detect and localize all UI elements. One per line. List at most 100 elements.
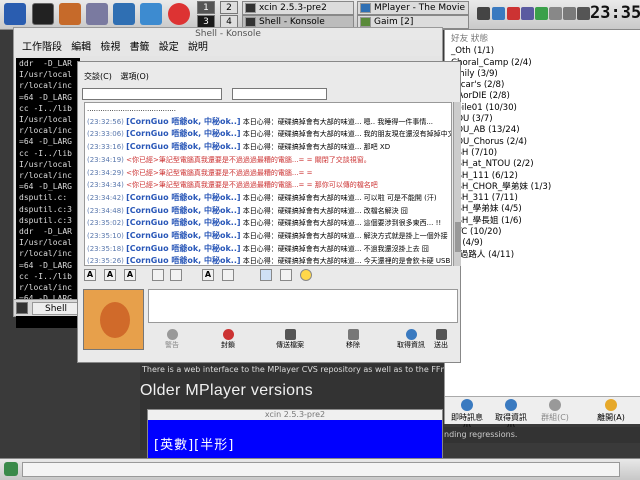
new-tab-icon[interactable] xyxy=(16,302,28,314)
chat-message: (23:34:42) [CornGuo 唔爺ok, 中秘ok..] 本日心得：硬… xyxy=(87,192,451,205)
buddy-group[interactable]: 友 (4/9) xyxy=(451,238,640,249)
chat-log[interactable]: ........................................… xyxy=(84,102,452,266)
send-button[interactable]: 送出 xyxy=(424,329,458,350)
message-text: ........................................ xyxy=(87,105,177,113)
away-button[interactable]: 離開(A) xyxy=(591,399,631,423)
warn-icon xyxy=(166,329,178,340)
tools-icon[interactable] xyxy=(86,3,108,25)
pager-desktop-1[interactable]: 1 xyxy=(197,1,215,14)
font-size-button[interactable] xyxy=(152,269,164,281)
cvs-info-text: There is a web interface to the MPlayer … xyxy=(142,365,444,374)
xcin-status[interactable]: [英數][半形] xyxy=(154,434,234,453)
menu-bookmarks[interactable]: 書籤 xyxy=(130,42,150,53)
task-label: Shell - Konsole xyxy=(259,17,325,27)
browser-task-icon xyxy=(360,3,371,13)
task-xcin[interactable]: xcin 2.5.3-pre2 xyxy=(242,1,354,15)
gaim-chat-window: 交談(C) 選項(O) ............................… xyxy=(77,61,461,363)
font-face-button[interactable] xyxy=(170,269,182,281)
buddy-group[interactable]: 跑過路人 (4/11) xyxy=(451,250,640,261)
buddy-actions: 即時訊息(I) 取得資訊(I) 群組(C) 離開(A) xyxy=(445,396,640,432)
buddy-group[interactable]: SSH_111 (6/12) xyxy=(451,171,640,182)
buddy-group[interactable]: oscar's (2/8) xyxy=(451,80,640,91)
command-field[interactable] xyxy=(22,462,620,477)
format-underline-button[interactable]: A xyxy=(124,269,136,281)
message-compose[interactable] xyxy=(148,289,458,323)
remove-icon xyxy=(347,329,359,340)
buddy-group[interactable]: SSH_311 (7/11) xyxy=(451,193,640,204)
message-sender: [CornGuo 唔爺ok, 中秘ok..] xyxy=(126,256,241,266)
block-button[interactable]: 封鎖 xyxy=(204,329,252,350)
buddy-group[interactable]: _Oth (1/1) xyxy=(451,46,640,57)
buddy-group[interactable]: SSH (7/10) xyxy=(451,148,640,159)
text-color-button[interactable]: A xyxy=(202,269,214,281)
clock[interactable]: 23:35 xyxy=(590,3,640,23)
menu-view[interactable]: 檢視 xyxy=(100,42,120,53)
menu-options[interactable]: 選項(O) xyxy=(120,72,149,81)
pager-desktop-2[interactable]: 2 xyxy=(220,1,238,14)
warn-button[interactable]: 警告 xyxy=(148,329,196,350)
tray-icon-8[interactable] xyxy=(577,7,590,20)
message-sender: [CornGuo 唔爺ok, 中秘ok..] xyxy=(126,231,241,241)
settings-icon[interactable] xyxy=(140,3,162,25)
message-text: 本日心得：硬碟搞掉會有大部的味道... 改檔名解決 囧 xyxy=(242,206,408,215)
terminal-line: r/local/inc xyxy=(19,249,72,259)
buddy-group[interactable]: DAorDIE (2/8) xyxy=(451,91,640,102)
smiley-icon[interactable] xyxy=(300,269,312,281)
xcin-title: xcin 2.5.3-pre2 xyxy=(148,410,442,420)
buddy-group[interactable]: TOU_AB (13/24) xyxy=(451,125,640,136)
kde-icon[interactable] xyxy=(4,462,18,476)
buddy-group[interactable]: SSH_CHOR_學弟妹 (1/3) xyxy=(451,182,640,193)
buddy-group[interactable]: Choral_Camp (2/4) xyxy=(451,58,640,69)
buddy-group[interactable]: amily (3/9) xyxy=(451,69,640,80)
chat-tab-2[interactable] xyxy=(232,88,327,100)
buddy-list-header: 好友 狀態 xyxy=(451,34,489,44)
help-icon[interactable] xyxy=(168,3,190,25)
volume-icon[interactable] xyxy=(563,7,576,20)
terminal-line: cc -I../lib xyxy=(19,271,72,281)
message-sender: [CornGuo 唔爺ok, 中秘ok..] xyxy=(126,243,241,253)
tray-icon-2[interactable] xyxy=(492,7,505,20)
chat-scrollbar[interactable] xyxy=(453,102,461,266)
tray-icon-3[interactable] xyxy=(507,7,520,20)
tray-icon-5[interactable] xyxy=(535,7,548,20)
scroll-thumb[interactable] xyxy=(455,222,461,252)
buddy-group[interactable]: TOU_Chorus (2/4) xyxy=(451,137,640,148)
format-italic-button[interactable]: A xyxy=(104,269,116,281)
menu-settings[interactable]: 設定 xyxy=(159,42,179,53)
kde-menu-icon[interactable] xyxy=(4,3,26,25)
message-sender: [CornGuo 唔爺ok, 中秘ok..] xyxy=(126,142,241,152)
remove-label: 移除 xyxy=(346,341,360,349)
terminal-output[interactable]: ddr -D_LAR I/usr/local r/local/inc =64 -D_L… xyxy=(16,58,80,328)
browser-icon[interactable] xyxy=(113,3,135,25)
tray-icon-6[interactable] xyxy=(549,7,562,20)
menu-session[interactable]: 工作階段 xyxy=(22,42,62,53)
home-icon[interactable] xyxy=(59,3,81,25)
image-icon[interactable] xyxy=(280,269,292,281)
group-button[interactable]: 群組(C) xyxy=(535,399,575,423)
send-file-label: 傳送檔案 xyxy=(276,341,304,349)
buddy-group[interactable]: SYC (10/20) xyxy=(451,227,640,238)
buddy-group[interactable]: obile01 (10/30) xyxy=(451,103,640,114)
buddy-group[interactable]: SSH_學長姐 (1/6) xyxy=(451,216,640,227)
chat-tab-1[interactable] xyxy=(82,88,222,100)
message-time: (23:35:18) xyxy=(87,244,124,253)
tab-shell[interactable]: Shell xyxy=(32,302,78,315)
tray-icon-1[interactable] xyxy=(477,7,490,20)
send-file-button[interactable]: 傳送檔案 xyxy=(266,329,314,350)
link-icon[interactable] xyxy=(260,269,272,281)
info-icon xyxy=(505,399,517,411)
buddy-group[interactable]: SSH_at_NTOU (2/2) xyxy=(451,159,640,170)
buddy-group[interactable]: TOU (3/7) xyxy=(451,114,640,125)
task-mplayer[interactable]: MPlayer - The Movie Pla xyxy=(357,1,469,15)
menu-conversation[interactable]: 交談(C) xyxy=(84,72,112,81)
menu-help[interactable]: 說明 xyxy=(188,42,208,53)
bg-color-button[interactable] xyxy=(222,269,234,281)
buddy-group[interactable]: SSH_學弟妹 (4/5) xyxy=(451,204,640,215)
menu-edit[interactable]: 編輯 xyxy=(71,42,91,53)
remove-button[interactable]: 移除 xyxy=(329,329,377,350)
tray-icon-4[interactable] xyxy=(521,7,534,20)
terminal-line: dsputil.c:3 xyxy=(19,204,72,214)
tab-shell-label: Shell xyxy=(45,304,67,314)
format-bold-button[interactable]: A xyxy=(84,269,96,281)
konsole-icon[interactable] xyxy=(32,3,54,25)
